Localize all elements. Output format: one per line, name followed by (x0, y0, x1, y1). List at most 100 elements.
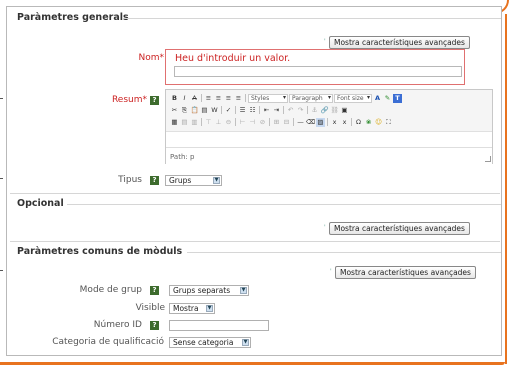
decorative-border-right (505, 14, 507, 364)
edge-mark (0, 270, 3, 271)
editor-toolbar-row-3: ▦ ▤ ▥ ⊤ ⊥ ⊖ ⊢ ⊣ ⊘ ⊞ ⊟ — ⌫ ▨ x x Ω ❀ ☺ ⛶ (170, 117, 393, 127)
styles-select[interactable]: Styles (248, 93, 288, 103)
spellcheck-icon[interactable]: ✓ (224, 106, 233, 115)
name-input[interactable] (174, 66, 462, 77)
superscript-icon[interactable]: x (340, 118, 349, 127)
font-size-select[interactable]: Font size (334, 93, 372, 103)
name-label-text: Nom (138, 53, 160, 63)
col-before-icon[interactable]: ⊢ (238, 118, 247, 127)
type-select[interactable]: Grups ▼ (165, 175, 222, 186)
col-after-icon[interactable]: ⊣ (248, 118, 257, 127)
group-mode-select[interactable]: Grups separats ▼ (169, 285, 249, 296)
required-marker: * (142, 95, 148, 105)
toolbar-separator (283, 106, 284, 114)
fieldset-divider (187, 252, 501, 253)
background-color-icon[interactable]: ✎ (383, 94, 392, 103)
link-icon[interactable]: 🔗 (320, 106, 329, 115)
help-icon[interactable]: ? (150, 321, 159, 330)
ordered-list-icon[interactable]: ☷ (248, 106, 257, 115)
toolbar-separator (351, 118, 352, 126)
paste-icon[interactable]: 📋 (190, 106, 199, 115)
visible-select[interactable]: Mostra ▼ (169, 303, 215, 314)
row-before-icon[interactable]: ⊤ (204, 118, 213, 127)
toolbar-separator (245, 94, 246, 102)
cell-props-icon[interactable]: ▥ (190, 118, 199, 127)
align-justify-icon[interactable]: ≡ (234, 94, 243, 103)
image-icon[interactable]: ▣ (340, 106, 349, 115)
undo-icon[interactable]: ↶ (286, 106, 295, 115)
merge-cells-icon[interactable]: ⊞ (272, 118, 281, 127)
group-mode-select-value: Grups separats (173, 286, 231, 295)
copy-icon[interactable]: ⎘ (180, 106, 189, 115)
paste-text-icon[interactable]: ▤ (200, 106, 209, 115)
visible-select-value: Mostra (173, 304, 199, 313)
anchor-icon[interactable]: ⚓ (310, 106, 319, 115)
row-after-icon[interactable]: ⊥ (214, 118, 223, 127)
special-char-icon[interactable]: Ω (354, 118, 363, 127)
unordered-list-icon[interactable]: ☰ (238, 106, 247, 115)
fieldset-divider (10, 193, 500, 194)
delete-col-icon[interactable]: ⊘ (258, 118, 267, 127)
paragraph-select[interactable]: Paragraph (289, 93, 333, 103)
cut-icon[interactable]: ✂ (170, 106, 179, 115)
toolbar-separator (327, 118, 328, 126)
summary-label-text: Resum (111, 95, 143, 105)
table-icon[interactable]: ▦ (170, 118, 179, 127)
align-center-icon[interactable]: ≡ (214, 94, 223, 103)
outdent-icon[interactable]: ⇤ (262, 106, 271, 115)
unlink-icon[interactable]: ⛓ (330, 106, 339, 115)
editor-path-bar: Path: p (166, 147, 492, 164)
paste-word-icon[interactable]: W (210, 106, 219, 115)
editor-toolbar-row-1: B I A ≡ ≡ ≡ ≡ Styles Paragraph Font size… (170, 93, 402, 103)
summary-editor-content[interactable] (166, 131, 492, 147)
delete-row-icon[interactable]: ⊖ (224, 118, 233, 127)
resize-handle-icon[interactable] (485, 156, 491, 162)
indent-icon[interactable]: ⇥ (272, 106, 281, 115)
section-title-general: Paràmetres generals (17, 12, 129, 23)
grade-category-label: Categoria de qualificació (52, 337, 164, 347)
redo-icon[interactable]: ↷ (296, 106, 305, 115)
toolbar-separator (201, 118, 202, 126)
moodle-media-icon[interactable]: ❀ (364, 118, 373, 127)
editor-toolbar-row-2: ✂ ⎘ 📋 ▤ W ✓ ☰ ☷ ⇤ ⇥ ↶ ↷ ⚓ 🔗 ⛓ ▣ (170, 105, 349, 115)
show-advanced-button-optional[interactable]: Mostra característiques avançades (329, 222, 470, 235)
fieldset-divider (125, 18, 501, 19)
toggle-toolbar-icon[interactable]: T (393, 93, 402, 103)
show-advanced-button-common[interactable]: Mostra característiques avançades (335, 266, 476, 279)
split-cells-icon[interactable]: ⊟ (282, 118, 291, 127)
help-icon[interactable]: ? (150, 286, 159, 295)
fullscreen-icon[interactable]: ⛶ (384, 118, 393, 127)
cleanup-icon[interactable]: ▨ (316, 117, 325, 127)
help-icon[interactable]: ? (150, 176, 159, 185)
required-marker: * (159, 53, 165, 63)
emoticon-icon[interactable]: ☺ (374, 118, 383, 127)
toolbar-separator (235, 106, 236, 114)
section-title-common: Paràmetres comuns de mòduls (17, 246, 183, 257)
id-number-input[interactable] (169, 320, 269, 331)
italic-icon[interactable]: I (180, 94, 189, 103)
bold-icon[interactable]: B (170, 94, 179, 103)
horizontal-rule-icon[interactable]: — (296, 118, 305, 127)
help-icon[interactable]: ? (150, 96, 159, 105)
remove-format-icon[interactable]: ⌫ (306, 118, 315, 127)
summary-label: Resum* (97, 95, 147, 105)
name-error-message: Heu d'introduir un valor. (175, 53, 291, 64)
chevron-down-icon: ▼ (206, 305, 213, 312)
subscript-icon[interactable]: x (330, 118, 339, 127)
align-left-icon[interactable]: ≡ (204, 94, 213, 103)
section-title-optional: Opcional (17, 198, 64, 209)
summary-rich-text-editor: B I A ≡ ≡ ≡ ≡ Styles Paragraph Font size… (165, 89, 493, 164)
left-edge-marks (0, 0, 4, 372)
module-settings-form: Paràmetres generals ' Mostra característ… (6, 6, 502, 356)
grade-category-select[interactable]: Sense categoria ▼ (169, 337, 251, 348)
align-right-icon[interactable]: ≡ (224, 94, 233, 103)
text-color-icon[interactable]: A (373, 94, 382, 103)
id-number-label: Número ID (93, 320, 142, 330)
toolbar-separator (221, 106, 222, 114)
toolbar-separator (235, 118, 236, 126)
chevron-down-icon: ▼ (240, 287, 247, 294)
name-error-box: Heu d'introduir un valor. (165, 49, 465, 85)
strikethrough-icon[interactable]: A (190, 94, 199, 103)
table-props-icon[interactable]: ▤ (180, 118, 189, 127)
show-advanced-button-general[interactable]: Mostra característiques avançades (329, 36, 470, 49)
